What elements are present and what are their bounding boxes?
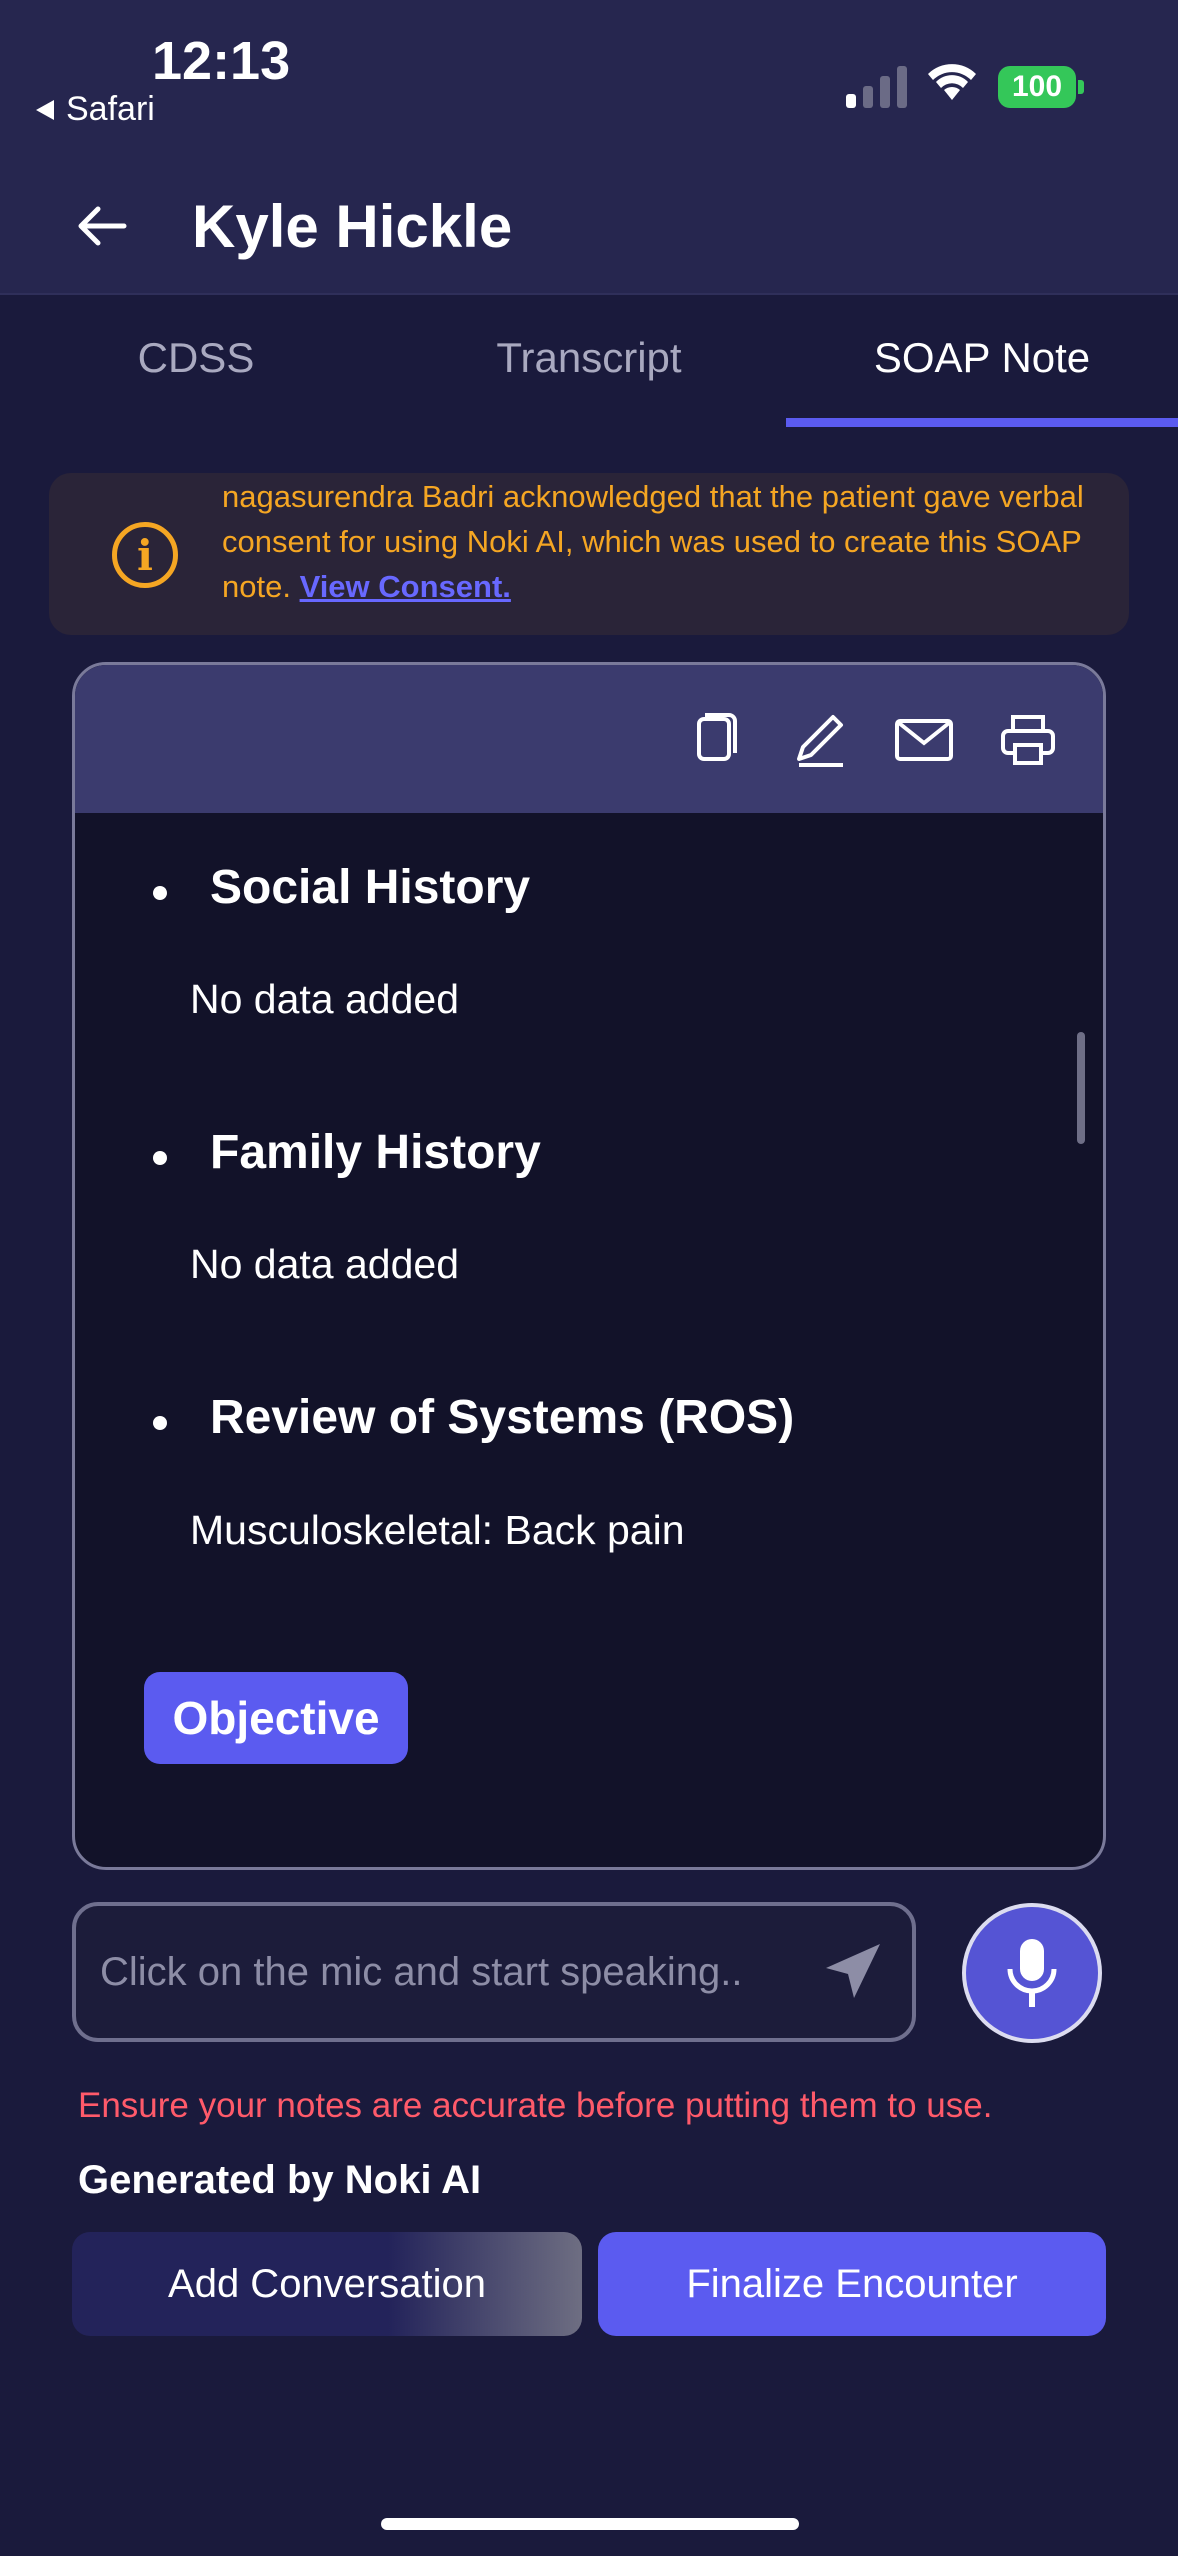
back-triangle-icon [36, 99, 54, 120]
section-body-ros: Musculoskeletal: Back pain [190, 1507, 685, 1553]
finalize-encounter-button[interactable]: Finalize Encounter [598, 2232, 1106, 2336]
section-body-family-history: No data added [190, 1241, 460, 1287]
section-title-social-history: Social History [210, 861, 531, 914]
accuracy-warning: Ensure your notes are accurate before pu… [78, 2086, 993, 2125]
bullet [153, 1416, 167, 1430]
info-icon: i [112, 522, 178, 588]
view-consent-link[interactable]: View Consent. [300, 569, 511, 604]
section-title-family-history: Family History [210, 1126, 541, 1179]
back-to-safari[interactable]: Safari [36, 90, 155, 129]
status-time: 12:13 [152, 31, 291, 91]
header-divider [0, 293, 1178, 295]
bullet [153, 886, 167, 900]
card-scrollbar[interactable] [1077, 1032, 1085, 1144]
copy-icon[interactable] [685, 709, 747, 771]
section-body-social-history: No data added [190, 976, 460, 1022]
page-title: Kyle Hickle [192, 193, 513, 260]
objective-section-badge: Objective [144, 1672, 408, 1764]
input-placeholder[interactable]: Click on the mic and start speaking.. [100, 1950, 743, 1995]
generated-by-label: Generated by Noki AI [78, 2158, 482, 2202]
home-indicator[interactable] [381, 2518, 799, 2530]
section-title-ros: Review of Systems (ROS) [210, 1391, 795, 1444]
mic-button[interactable] [962, 1903, 1102, 2043]
note-toolbar [75, 665, 1103, 813]
tab-soap-note[interactable]: SOAP Note [786, 334, 1178, 382]
consent-text: nagasurendra Badri acknowledged that the… [222, 474, 1102, 609]
tab-cdss[interactable]: CDSS [0, 334, 392, 382]
microphone-icon [1007, 1939, 1057, 2007]
bullet [153, 1151, 167, 1165]
wifi-icon [928, 64, 976, 100]
add-conversation-button[interactable]: Add Conversation [72, 2232, 582, 2336]
battery-cap [1078, 80, 1084, 94]
back-arrow-icon[interactable] [72, 196, 132, 256]
send-icon[interactable] [820, 1938, 886, 2004]
edit-icon[interactable] [789, 709, 851, 771]
mail-icon[interactable] [893, 709, 955, 771]
tab-transcript[interactable]: Transcript [393, 334, 785, 382]
print-icon[interactable] [997, 709, 1059, 771]
back-app-label: Safari [66, 90, 155, 128]
cellular-signal-icon [846, 64, 907, 108]
active-tab-indicator [786, 418, 1178, 427]
battery-icon: 100 [998, 66, 1076, 108]
